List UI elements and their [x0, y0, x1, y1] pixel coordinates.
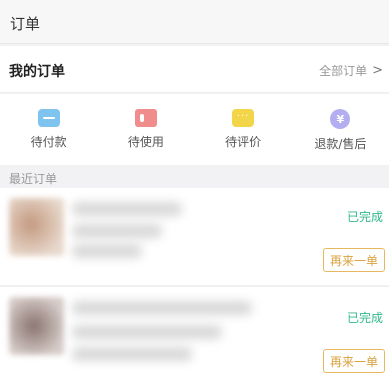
ticket-icon [134, 109, 157, 127]
chevron-right-icon: > [372, 63, 383, 78]
all-orders-label: 全部订单 [319, 64, 368, 78]
blurred-order-title [72, 202, 182, 216]
order-thumbnail [9, 297, 64, 355]
blurred-order-detail [72, 347, 192, 361]
yen-refund-icon: ¥ [330, 109, 351, 129]
recent-orders-label: 最近订单 [9, 172, 58, 186]
reorder-button[interactable]: 再来一单 [323, 248, 385, 272]
my-orders-row: 我的订单 全部订单 > [0, 46, 389, 93]
reorder-button[interactable]: 再来一单 [323, 349, 385, 373]
order-status-badge: 已完成 [346, 311, 383, 325]
wallet-icon [37, 109, 60, 127]
order-card[interactable]: 已完成 再来一单 [0, 286, 389, 383]
order-card[interactable]: 已完成 再来一单 [0, 188, 389, 285]
blurred-order-title [72, 301, 252, 315]
tab-pending-review[interactable]: ··· 待评价 [195, 94, 292, 165]
page-title: 订单 [10, 15, 41, 33]
all-orders-link[interactable]: 全部订单 > [319, 62, 383, 79]
order-status-tabs: 待付款 待使用 ··· 待评价 ¥ 退款/售后 [0, 94, 389, 165]
tab-label: 待使用 [127, 135, 164, 149]
order-status-badge: 已完成 [346, 210, 383, 224]
blurred-order-detail [72, 224, 162, 238]
order-thumbnail [9, 198, 64, 256]
tab-label: 待评价 [225, 135, 262, 149]
blurred-order-detail [72, 244, 142, 258]
tab-label: 待付款 [30, 135, 67, 149]
tab-pending-use[interactable]: 待使用 [97, 94, 194, 165]
my-orders-title: 我的订单 [9, 64, 65, 80]
tab-refund[interactable]: ¥ 退款/售后 [292, 94, 389, 165]
app-header: 订单 [0, 0, 389, 44]
blurred-order-detail [72, 325, 222, 339]
comment-icon: ··· [232, 109, 255, 127]
tab-pending-payment[interactable]: 待付款 [0, 94, 97, 165]
tab-label: 退款/售后 [314, 137, 367, 151]
